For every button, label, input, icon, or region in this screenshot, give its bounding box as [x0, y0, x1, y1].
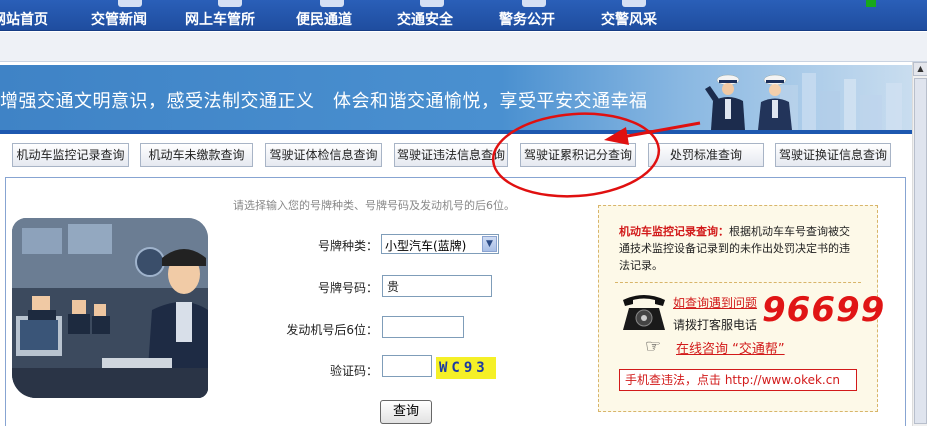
online-consult-link[interactable]: 在线咨询 “交通帮” [676, 338, 785, 357]
problem-link[interactable]: 如查询遇到问题 [673, 294, 757, 311]
nav-icon-police [522, 0, 546, 7]
query-button[interactable]: 查询 [380, 400, 432, 424]
nav-item-online-dmv[interactable]: 网上车管所 [185, 9, 255, 29]
mobile-query-link[interactable]: 手机查违法，点击 http://www.okek.cn [619, 369, 857, 391]
info-title: 机动车监控记录查询： [619, 225, 729, 238]
nav-icon-dmv [218, 0, 242, 7]
control-room-illustration [12, 218, 208, 398]
tab-vehicle-monitor[interactable]: 机动车监控记录查询 [12, 143, 129, 167]
status-indicator [866, 0, 876, 7]
scroll-thumb[interactable] [914, 78, 927, 424]
nav-icon-style [622, 0, 646, 7]
plate-type-label: 号牌种类： [317, 239, 378, 253]
captcha-image[interactable]: WC93 [436, 357, 496, 379]
plate-type-select[interactable]: 小型汽车(蓝牌) ▼ [381, 234, 499, 254]
telephone-icon [623, 295, 665, 330]
nav-item-news[interactable]: 交管新闻 [91, 9, 147, 29]
info-description: 机动车监控记录查询：根据机动车车号查询被交通技术监控设备记录到的未作出处罚决定书… [619, 223, 859, 274]
nav-item-convenience[interactable]: 便民通道 [296, 9, 352, 29]
form-hint: 请选择输入您的号牌种类、号牌号码及发动机号的后6位。 [233, 199, 515, 212]
query-tabs: 机动车监控记录查询 机动车未缴款查询 驾驶证体检信息查询 驾驶证违法信息查询 驾… [0, 140, 912, 172]
tab-license-points[interactable]: 驾驶证累积记分查询 [520, 143, 636, 167]
captcha-input[interactable] [382, 355, 432, 377]
pointing-hand-icon: ☞ [645, 336, 662, 357]
sub-strip [0, 32, 927, 62]
info-box: 机动车监控记录查询：根据机动车车号查询被交通技术监控设备记录到的未作出处罚决定书… [598, 205, 884, 412]
chevron-down-icon[interactable]: ▼ [482, 236, 497, 252]
info-divider [615, 282, 861, 283]
nav-icon-service [320, 0, 344, 7]
scroll-up-icon[interactable]: ▲ [913, 62, 927, 76]
police-officer-icon [705, 74, 745, 130]
nav-item-home[interactable]: 网站首页 [0, 9, 48, 29]
dial-text: 请拨打客服电话 [673, 318, 758, 332]
engine-number-label: 发动机号后6位： [286, 323, 378, 337]
tab-penalty-standard[interactable]: 处罚标准查询 [648, 143, 764, 167]
control-room-photo [12, 218, 208, 398]
police-officer-icon-2 [758, 74, 792, 130]
plate-number-input[interactable] [382, 275, 492, 297]
tab-license-medical[interactable]: 驾驶证体检信息查询 [265, 143, 382, 167]
plate-number-label: 号牌号码： [317, 281, 378, 295]
tab-vehicle-unpaid[interactable]: 机动车未缴款查询 [140, 143, 253, 167]
plate-type-value: 小型汽车(蓝牌) [385, 239, 467, 253]
banner-slogan: 增强交通文明意识，感受法制交通正义 体会和谐交通愉悦，享受平安交通幸福 [0, 91, 648, 112]
tab-license-violation[interactable]: 驾驶证违法信息查询 [394, 143, 508, 167]
vertical-scrollbar[interactable]: ▲ [912, 62, 927, 426]
tab-license-renewal[interactable]: 驾驶证换证信息查询 [775, 143, 891, 167]
nav-icon-news [118, 0, 142, 7]
engine-number-input[interactable] [382, 316, 464, 338]
nav-item-police-style[interactable]: 交警风采 [601, 9, 657, 29]
nav-item-traffic-safety[interactable]: 交通安全 [397, 9, 453, 29]
hotline-number: 96699 [762, 290, 886, 330]
captcha-label: 验证码： [329, 364, 378, 378]
nav-icon-safety [420, 0, 444, 7]
banner-divider [0, 130, 912, 134]
banner: 增强交通文明意识，感受法制交通正义 体会和谐交通愉悦，享受平安交通幸福 [0, 65, 912, 130]
top-nav: 网站首页 交管新闻 网上车管所 便民通道 交通安全 警务公开 交警风采 [0, 0, 927, 31]
nav-item-police-affairs[interactable]: 警务公开 [499, 9, 555, 29]
